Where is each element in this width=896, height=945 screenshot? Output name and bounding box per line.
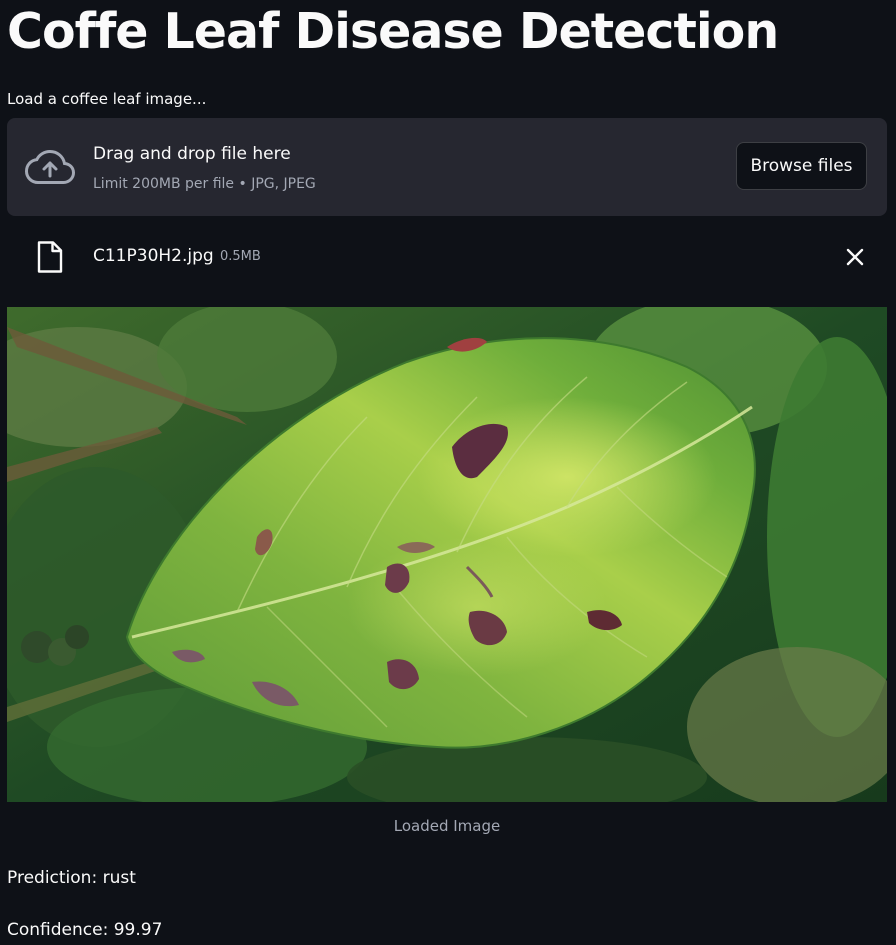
uploaded-file-name: C11P30H2.jpg [93, 246, 214, 266]
browse-files-button[interactable]: Browse files [736, 142, 867, 190]
confidence-text: Confidence: 99.97 [7, 920, 163, 940]
file-icon [37, 241, 63, 273]
dropzone-title: Drag and drop file here [93, 144, 291, 164]
dropzone-limit-text: Limit 200MB per file • JPG, JPEG [93, 176, 316, 192]
image-caption: Loaded Image [393, 817, 501, 835]
close-icon[interactable] [843, 245, 867, 269]
prediction-text: Prediction: rust [7, 868, 136, 888]
page-title: Coffe Leaf Disease Detection [7, 3, 779, 60]
uploader-label: Load a coffee leaf image... [7, 90, 207, 108]
file-dropzone[interactable]: Drag and drop file here Limit 200MB per … [7, 118, 887, 216]
uploaded-file-size: 0.5MB [220, 249, 261, 264]
app-page: Coffe Leaf Disease Detection Load a coff… [0, 0, 896, 945]
uploaded-file-row: C11P30H2.jpg 0.5MB [7, 236, 887, 278]
cloud-upload-icon [25, 149, 75, 184]
coffee-leaf-image [7, 307, 887, 802]
